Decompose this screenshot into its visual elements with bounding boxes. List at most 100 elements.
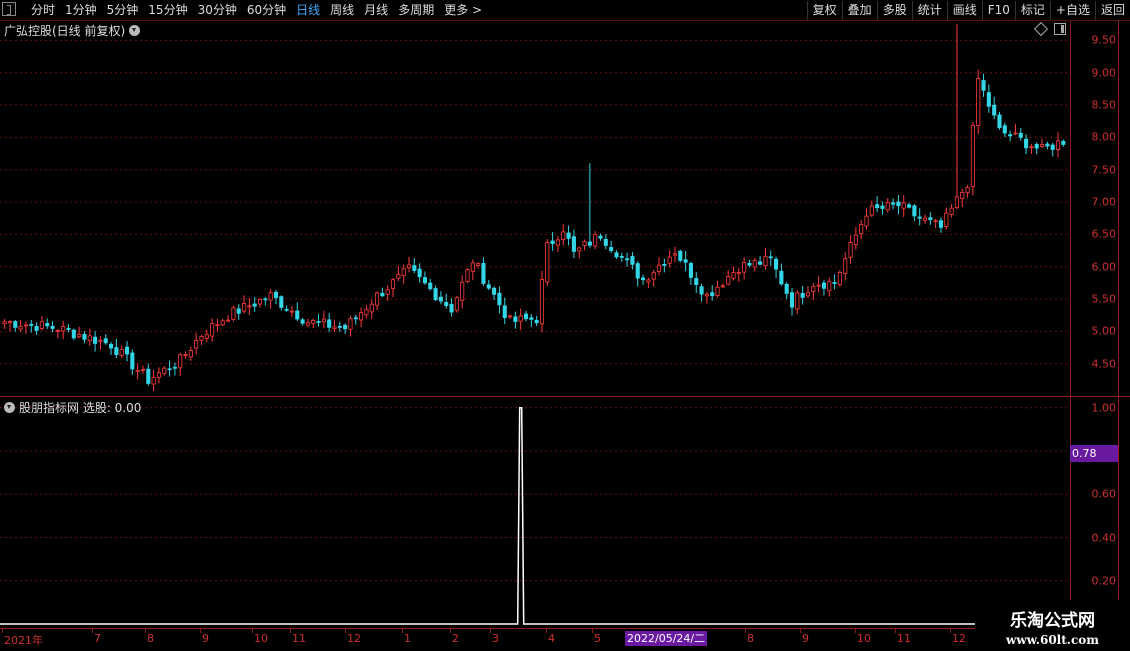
diamond-icon[interactable] (1033, 21, 1049, 37)
tool-button[interactable]: 返回 (1094, 1, 1130, 20)
tool-button[interactable]: 复权 (806, 1, 842, 20)
period-tab[interactable]: 日线 (291, 0, 325, 20)
tool-button[interactable]: 标记 (1014, 1, 1050, 20)
period-tab[interactable]: 15分钟 (143, 0, 192, 20)
candle-body (880, 205, 885, 209)
candle-body (167, 368, 172, 371)
candle-body (55, 330, 60, 333)
candle-body (928, 217, 933, 221)
candlestick-panel[interactable]: 广弘控股(日线 前复权) (0, 21, 1070, 396)
window-icon[interactable] (1054, 23, 1066, 35)
candle-body (641, 277, 646, 281)
period-tab[interactable]: 多周期 (393, 0, 439, 20)
candle-body (891, 202, 896, 205)
candle-body (635, 263, 640, 279)
price-tick-label: 6.00 (1091, 260, 1117, 274)
date-tick (145, 629, 146, 633)
candle-body (87, 335, 92, 342)
tool-button[interactable]: 画线 (946, 1, 982, 20)
candle-body (539, 279, 545, 325)
panel-toggle-icon[interactable] (2, 2, 16, 16)
candle-body (380, 292, 385, 297)
candle-body (295, 310, 300, 320)
date-axis: 2022/05/24/二 2021年 7 8 9 10 11 12 1 2 3 4 5 8 9 10 11 12 (0, 628, 1070, 651)
candle-body (646, 279, 651, 283)
candle-body (98, 339, 103, 342)
candle-body (954, 196, 959, 209)
indicator-title: 股朋指标网 选股: 0.00 (4, 399, 141, 416)
indicator-chart[interactable] (0, 397, 1070, 627)
candle-body (375, 292, 380, 306)
chevron-down-icon[interactable] (129, 25, 141, 36)
period-tab[interactable]: 月线 (359, 0, 393, 20)
period-tab[interactable]: 5分钟 (102, 0, 144, 20)
candle-body (550, 240, 555, 244)
candle-body (50, 325, 55, 329)
candle-body (912, 205, 917, 217)
candle-body (438, 296, 443, 302)
candle-body (215, 324, 220, 327)
date-tick-label: 8 (747, 632, 754, 645)
top-toolbar: 分时 1分钟 5分钟 15分钟 30分钟 60分钟 日线 周线 月线 多周期 更多 > 复权 叠加 多股… (0, 0, 1130, 21)
tool-button[interactable]: 统计 (911, 1, 947, 20)
candle-body (252, 303, 257, 307)
candle-body (45, 323, 50, 327)
date-tick-label: 9 (202, 632, 209, 645)
tool-button[interactable]: 多股 (876, 1, 912, 20)
candle-body (263, 298, 268, 301)
candle-body (508, 315, 513, 318)
candle-body (103, 338, 108, 344)
candle-body (140, 369, 146, 371)
candle-body (247, 305, 252, 308)
period-tab[interactable]: 周线 (325, 0, 359, 20)
price-tick-label: 6.50 (1091, 227, 1117, 241)
candle-body (763, 255, 768, 267)
candle-body (194, 340, 199, 349)
date-tick-label: 2021年 (4, 634, 43, 647)
candle-body (23, 324, 28, 327)
candle-body (34, 326, 39, 331)
date-tick (745, 629, 746, 633)
candle-body (555, 239, 560, 246)
candle-body (172, 366, 177, 369)
candle-body (114, 347, 119, 355)
indicator-tick-label: 1.00 (1091, 401, 1117, 415)
candle-body (678, 250, 683, 261)
date-tick-label: 7 (94, 632, 101, 645)
period-tab[interactable]: 1分钟 (60, 0, 102, 20)
candle-body (486, 284, 491, 289)
candle-body (470, 262, 475, 272)
candle-body (156, 372, 161, 378)
candle-body (667, 256, 672, 264)
tool-button[interactable]: +自选 (1049, 1, 1095, 20)
tool-button[interactable]: 叠加 (841, 1, 877, 20)
candle-body (981, 80, 986, 91)
period-tab[interactable]: 更多 > (439, 0, 487, 20)
candle-body (986, 92, 991, 107)
candle-body (417, 268, 422, 278)
candlestick-chart[interactable] (0, 21, 1070, 396)
chevron-down-icon[interactable] (4, 402, 15, 413)
tool-button[interactable]: F10 (981, 1, 1015, 20)
candle-body (944, 212, 949, 227)
candle-body (231, 307, 236, 320)
period-tab[interactable]: 分时 (26, 0, 60, 20)
price-tick-label: 8.50 (1091, 98, 1117, 112)
candle-body (726, 276, 731, 285)
date-tick (345, 629, 346, 633)
period-tab[interactable]: 60分钟 (242, 0, 291, 20)
candle-body (422, 277, 427, 284)
candle-body (119, 348, 124, 356)
candle-body (401, 268, 406, 276)
candle-body (279, 296, 284, 308)
price-tick-label: 5.50 (1091, 292, 1117, 306)
candle-body (1055, 140, 1061, 150)
candle-body (683, 259, 688, 263)
candle-body (976, 78, 981, 126)
date-tick (450, 629, 451, 633)
period-tab[interactable]: 30分钟 (193, 0, 242, 20)
indicator-panel[interactable]: 股朋指标网 选股: 0.00 (0, 397, 1070, 627)
watermark-line1: 乐淘公式网 (1010, 611, 1095, 631)
candle-body (1008, 134, 1013, 137)
watermark: 乐淘公式网 www.60lt.com (975, 600, 1130, 650)
